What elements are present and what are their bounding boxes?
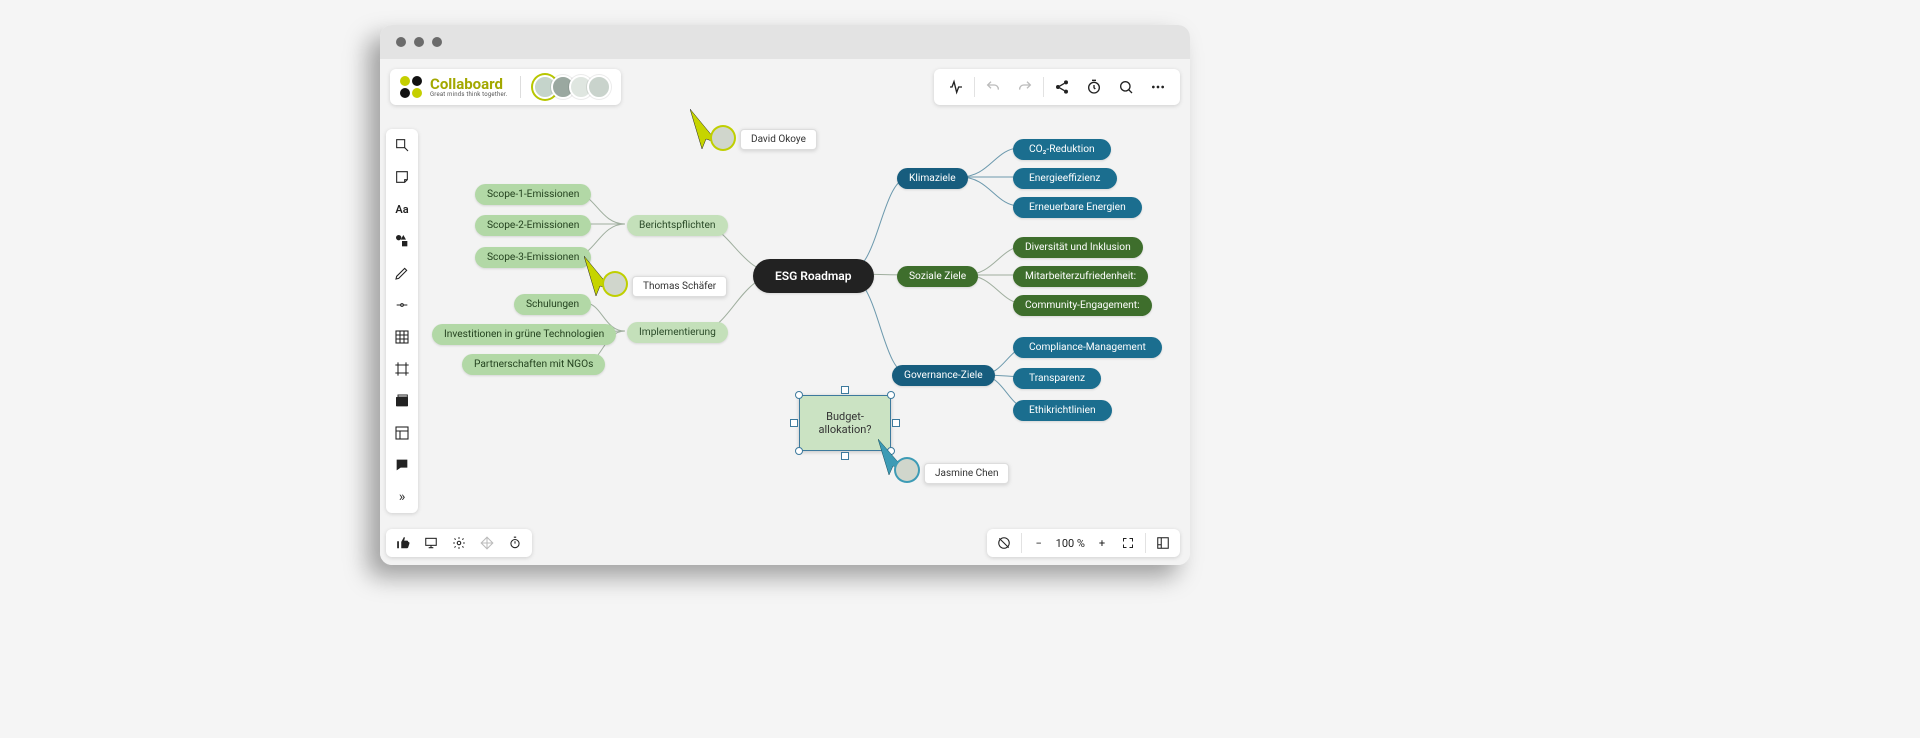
- avatar: [896, 459, 918, 481]
- table-tool-icon[interactable]: [392, 327, 412, 347]
- sticky-line: Budget-: [826, 410, 864, 423]
- resize-handle[interactable]: [795, 391, 803, 399]
- share-icon[interactable]: [1048, 73, 1076, 101]
- cursor-label: Jasmine Chen: [924, 463, 1009, 484]
- divider: [520, 76, 521, 98]
- app-name: Collaboard: [430, 77, 508, 92]
- resize-handle[interactable]: [887, 391, 895, 399]
- traffic-maximize-icon[interactable]: [432, 37, 442, 47]
- app-tagline: Great minds think together.: [430, 92, 508, 98]
- template-tool-icon[interactable]: [392, 423, 412, 443]
- timer-icon[interactable]: [1080, 73, 1108, 101]
- expand-toolbar-icon[interactable]: »: [392, 487, 412, 507]
- avatar: [604, 273, 626, 295]
- minimap-icon[interactable]: [1154, 534, 1172, 552]
- avatar[interactable]: [587, 75, 611, 99]
- browser-window: Collaboard Great minds think together.: [380, 25, 1190, 565]
- mindmap-node[interactable]: Scope-3-Emissionen: [475, 247, 591, 268]
- divider: [1043, 77, 1044, 97]
- mindmap-node[interactable]: Implementierung: [627, 322, 728, 343]
- more-icon[interactable]: [1144, 73, 1172, 101]
- mindmap-node[interactable]: Scope-1-Emissionen: [475, 184, 591, 205]
- sticky-text: Budget- allokation?: [819, 410, 872, 436]
- divider: [1021, 533, 1022, 553]
- left-toolbar: Aa »: [386, 129, 418, 513]
- mindmap-node[interactable]: Community-Engagement:: [1013, 295, 1152, 316]
- undo-icon[interactable]: [979, 73, 1007, 101]
- present-icon[interactable]: [422, 534, 440, 552]
- connector-tool-icon[interactable]: [392, 295, 412, 315]
- traffic-minimize-icon[interactable]: [414, 37, 424, 47]
- mindmap-node[interactable]: Klimaziele: [897, 168, 968, 189]
- mindmap-node[interactable]: Berichtspflichten: [627, 215, 728, 236]
- frame-tool-icon[interactable]: [392, 359, 412, 379]
- sticky-line: allokation?: [819, 423, 872, 436]
- bottombar-right: − 100 % +: [987, 529, 1180, 557]
- resize-handle[interactable]: [841, 452, 849, 460]
- presence-avatars[interactable]: [533, 75, 611, 99]
- avatar: [712, 127, 734, 149]
- resize-handle[interactable]: [795, 447, 803, 455]
- resize-handle[interactable]: [841, 386, 849, 394]
- cursor-label: David Okoye: [740, 129, 817, 150]
- mindmap-node[interactable]: Partnerschaften mit NGOs: [462, 354, 605, 375]
- resize-handle[interactable]: [892, 419, 900, 427]
- zoom-in-icon[interactable]: +: [1093, 534, 1111, 552]
- mindmap-node[interactable]: Transparenz: [1013, 368, 1101, 389]
- mindmap-node[interactable]: Erneuerbare Energien: [1013, 197, 1142, 218]
- comment-tool-icon[interactable]: [392, 455, 412, 475]
- resize-handle[interactable]: [790, 419, 798, 427]
- canvas[interactable]: Collaboard Great minds think together.: [380, 59, 1190, 565]
- mindmap-node[interactable]: Energieeffizienz: [1013, 168, 1117, 189]
- center-icon[interactable]: [995, 534, 1013, 552]
- cursor-label: Thomas Schäfer: [632, 276, 727, 297]
- mindmap-node[interactable]: Governance-Ziele: [892, 365, 995, 386]
- app-logo-icon[interactable]: [400, 76, 422, 98]
- mindmap-node[interactable]: Investitionen in grüne Technologien: [432, 324, 616, 345]
- fit-icon[interactable]: [1119, 534, 1137, 552]
- mindmap-node[interactable]: Scope-2-Emissionen: [475, 215, 591, 236]
- settings-icon[interactable]: [450, 534, 468, 552]
- mindmap-node[interactable]: Soziale Ziele: [897, 266, 978, 287]
- thumbs-up-icon[interactable]: [394, 534, 412, 552]
- mindmap-node[interactable]: Compliance-Management: [1013, 337, 1162, 358]
- mindmap-node[interactable]: CO₂-Reduktion: [1013, 139, 1111, 160]
- window-titlebar: [380, 25, 1190, 59]
- app-logo-text: Collaboard Great minds think together.: [430, 77, 508, 98]
- sticky-tool-icon[interactable]: [392, 167, 412, 187]
- ai-icon[interactable]: [942, 73, 970, 101]
- divider: [1145, 533, 1146, 553]
- text-tool-icon[interactable]: Aa: [392, 199, 412, 219]
- search-icon[interactable]: [1112, 73, 1140, 101]
- stopwatch-icon[interactable]: [506, 534, 524, 552]
- mindmap-node[interactable]: Mitarbeiterzufriedenheit:: [1013, 266, 1148, 287]
- topbar-right: [934, 69, 1180, 105]
- redo-icon[interactable]: [1011, 73, 1039, 101]
- mindmap-center-node[interactable]: ESG Roadmap: [753, 259, 874, 293]
- divider: [974, 77, 975, 97]
- pen-tool-icon[interactable]: [392, 263, 412, 283]
- mindmap-node[interactable]: Diversität und Inklusion: [1013, 237, 1143, 258]
- media-tool-icon[interactable]: [392, 391, 412, 411]
- select-tool-icon[interactable]: [392, 135, 412, 155]
- zoom-value[interactable]: 100 %: [1056, 537, 1085, 550]
- zoom-out-icon[interactable]: −: [1030, 534, 1048, 552]
- shapes-tool-icon[interactable]: [392, 231, 412, 251]
- move-icon[interactable]: [478, 534, 496, 552]
- mindmap-node[interactable]: Schulungen: [514, 294, 591, 315]
- topbar-left: Collaboard Great minds think together.: [390, 69, 621, 105]
- traffic-close-icon[interactable]: [396, 37, 406, 47]
- mindmap-node[interactable]: Ethikrichtlinien: [1013, 400, 1112, 421]
- bottombar-left: [386, 529, 532, 557]
